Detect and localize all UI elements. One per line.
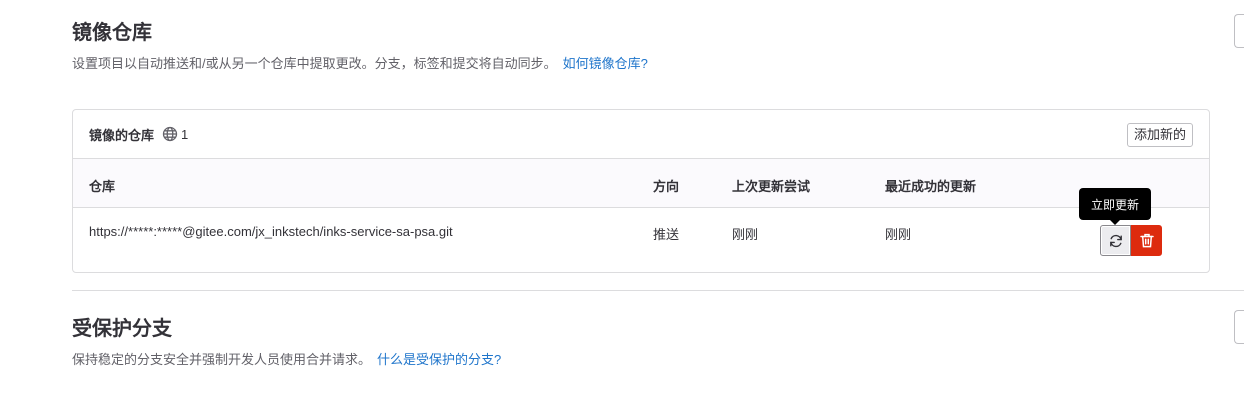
mirror-settings-section: 镜像仓库 设置项目以自动推送和/或从另一个仓库中提取更改。分支，标签和提交将自动… (72, 19, 648, 73)
protected-section-title: 受保护分支 (72, 318, 172, 340)
mirror-help-link[interactable]: 如何镜像仓库? (563, 56, 648, 71)
trash-icon (1139, 233, 1154, 248)
column-header-repository: 仓库 (89, 179, 116, 194)
column-header-last-attempt: 上次更新尝试 (732, 179, 811, 194)
protected-description-text: 保持稳定的分支安全并强制开发人员使用合并请求。 (72, 352, 372, 367)
add-new-button[interactable]: 添加新的 (1126, 123, 1193, 147)
table-row: https://*****:*****@gitee.com/jx_inkstec… (73, 208, 1209, 272)
mirror-description-text: 设置项目以自动推送和/或从另一个仓库中提取更改。分支，标签和提交将自动同步。 (72, 56, 557, 71)
protected-expand-button[interactable] (1234, 310, 1244, 344)
mirror-expand-button[interactable] (1234, 14, 1244, 48)
mirror-direction: 推送 (653, 227, 680, 242)
mirrored-repositories-card: 镜像的仓库 1 添加新的 仓库 方向 上次更新尝试 最近成功的更新 https:… (72, 109, 1210, 273)
update-now-tooltip: 立即更新 (1079, 188, 1151, 220)
column-header-direction: 方向 (653, 179, 680, 194)
protected-branches-section: 受保护分支 保持稳定的分支安全并强制开发人员使用合并请求。 什么是受保护的分支? (72, 315, 501, 369)
tooltip-arrow (1110, 220, 1120, 225)
mirror-section-title: 镜像仓库 (72, 22, 152, 44)
mirror-section-description: 设置项目以自动推送和/或从另一个仓库中提取更改。分支，标签和提交将自动同步。 如何… (72, 55, 648, 73)
card-title: 镜像的仓库 (89, 127, 155, 143)
mirror-url: https://*****:*****@gitee.com/jx_inkstec… (89, 224, 453, 239)
mirror-last-success: 刚刚 (885, 227, 912, 242)
protected-help-link[interactable]: 什么是受保护的分支? (377, 352, 501, 367)
table-header: 仓库 方向 上次更新尝试 最近成功的更新 (73, 159, 1209, 208)
card-header: 镜像的仓库 1 添加新的 (73, 110, 1209, 159)
section-divider (72, 290, 1244, 291)
protected-section-description: 保持稳定的分支安全并强制开发人员使用合并请求。 什么是受保护的分支? (72, 351, 501, 369)
globe-icon (162, 126, 178, 142)
mirror-count: 1 (181, 126, 189, 142)
column-header-last-success: 最近成功的更新 (885, 179, 977, 194)
delete-mirror-button[interactable] (1131, 225, 1162, 256)
mirror-last-attempt: 刚刚 (732, 227, 759, 242)
sync-icon (1109, 234, 1122, 247)
update-now-button[interactable] (1100, 225, 1131, 256)
